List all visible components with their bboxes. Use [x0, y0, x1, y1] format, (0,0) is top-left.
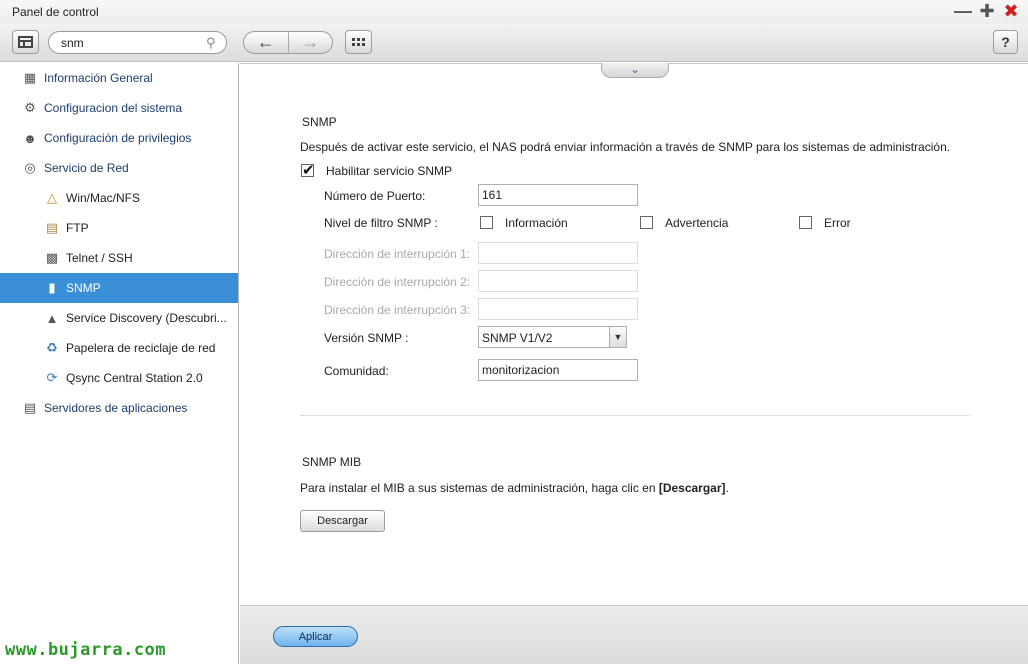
filter-level-label: Nivel de filtro SNMP :	[324, 216, 438, 230]
search-box: ⚲	[48, 31, 227, 54]
maximize-icon[interactable]: ✚	[977, 1, 997, 21]
title-bar: Panel de control — ✚ ✖	[0, 0, 1028, 24]
sidebar: ▦ Información General ⚙ Configuracion de…	[0, 63, 239, 664]
sidebar-item-win-mac-nfs[interactable]: △ Win/Mac/NFS	[0, 183, 238, 213]
filter-warning-checkbox[interactable]	[640, 216, 653, 229]
watermark: www.bujarra.com	[5, 640, 167, 660]
help-button[interactable]: ?	[993, 30, 1018, 54]
sidebar-item-label: FTP	[66, 221, 89, 235]
filter-info-label: Información	[505, 216, 568, 230]
trap-address-2-input[interactable]	[478, 270, 638, 292]
snmp-section-title: SNMP	[302, 115, 337, 129]
sidebar-item-snmp[interactable]: ▮ SNMP	[0, 273, 238, 303]
mib-description-text: Para instalar el MIB a sus sistemas de a…	[300, 481, 659, 495]
toggle-sidebar-button[interactable]	[12, 30, 39, 54]
trap-address-3-label: Dirección de interrupción 3:	[324, 303, 471, 317]
apply-button[interactable]: Aplicar	[273, 626, 358, 647]
sidebar-item-configuracion-sistema[interactable]: ⚙ Configuracion del sistema	[0, 93, 238, 123]
sidebar-item-label: Qsync Central Station 2.0	[66, 371, 203, 385]
snmp-version-value: SNMP V1/V2	[482, 331, 553, 345]
port-input[interactable]	[478, 184, 638, 206]
section-divider	[300, 415, 970, 416]
triangle-icon: △	[47, 190, 57, 205]
mib-description: Para instalar el MIB a sus sistemas de a…	[300, 481, 729, 495]
sidebar-item-papelera-red[interactable]: ♻ Papelera de reciclaje de red	[0, 333, 238, 363]
main-content: ⌄ SNMP Después de activar este servicio,…	[240, 63, 1028, 605]
dashboard-icon: ▦	[23, 70, 37, 85]
search-icon[interactable]: ⚲	[206, 36, 220, 50]
snmp-version-label: Versión SNMP :	[324, 331, 409, 345]
sidebar-item-label: Servicio de Red	[44, 161, 129, 175]
snmp-version-select[interactable]: SNMP V1/V2 ▼	[478, 326, 627, 348]
filter-error-checkbox[interactable]	[799, 216, 812, 229]
enable-snmp-checkbox[interactable]	[301, 161, 315, 179]
chevron-down-icon: ▼	[609, 327, 626, 347]
grid-icon	[352, 38, 365, 46]
sidebar-item-label: Configuracion del sistema	[44, 101, 183, 115]
sidebar-item-service-discovery[interactable]: ▲ Service Discovery (Descubri...	[0, 303, 238, 333]
app-grid-button[interactable]	[345, 30, 372, 54]
gear-icon: ⚙	[24, 100, 36, 115]
sidebar-item-ftp[interactable]: ▤ FTP	[0, 213, 238, 243]
sidebar-item-label: Win/Mac/NFS	[66, 191, 141, 205]
community-label: Comunidad:	[324, 364, 389, 378]
chevron-down-icon: ⌄	[629, 62, 641, 76]
port-label: Número de Puerto:	[324, 189, 426, 203]
panel-icon	[18, 36, 33, 48]
collapse-toggle[interactable]: ⌄	[601, 63, 669, 78]
search-input[interactable]	[61, 35, 201, 50]
radar-icon: ▲	[45, 310, 59, 326]
trap-address-1-input[interactable]	[478, 242, 638, 264]
minimize-icon[interactable]: —	[953, 1, 973, 21]
sidebar-item-servicio-red[interactable]: ◎ Servicio de Red	[0, 153, 238, 183]
user-icon: ☻	[23, 130, 37, 146]
sidebar-item-label: Telnet / SSH	[66, 251, 133, 265]
sidebar-item-servidores-aplicaciones[interactable]: ▤ Servidores de aplicaciones	[0, 393, 238, 423]
sync-icon: ⟳	[46, 370, 58, 385]
filter-info-checkbox[interactable]	[480, 216, 493, 229]
sidebar-item-label: Servidores de aplicaciones	[44, 401, 188, 415]
sidebar-item-label: Papelera de reciclaje de red	[66, 341, 216, 355]
snmp-description: Después de activar este servicio, el NAS…	[300, 140, 951, 154]
footer-bar: Aplicar	[240, 605, 1028, 664]
sidebar-item-qsync[interactable]: ⟳ Qsync Central Station 2.0	[0, 363, 238, 393]
trap-address-1-label: Dirección de interrupción 1:	[324, 247, 471, 261]
community-input[interactable]	[478, 359, 638, 381]
sidebar-item-label: SNMP	[66, 281, 101, 295]
toolbar: ⚲ ← → ?	[0, 24, 1028, 62]
close-icon[interactable]: ✖	[1001, 1, 1021, 21]
mib-section-title: SNMP MIB	[302, 455, 362, 469]
sidebar-item-informacion-general[interactable]: ▦ Información General	[0, 63, 238, 93]
enable-snmp-label: Habilitar servicio SNMP	[326, 164, 453, 178]
sidebar-item-label: Service Discovery (Descubri...	[66, 311, 227, 325]
trap-address-2-label: Dirección de interrupción 2:	[324, 275, 471, 289]
sidebar-item-privilegios[interactable]: ☻ Configuración de privilegios	[0, 123, 238, 153]
recycle-icon: ♻	[46, 340, 58, 355]
sidebar-item-telnet-ssh[interactable]: ▩ Telnet / SSH	[0, 243, 238, 273]
globe-icon: ◎	[24, 160, 36, 175]
filter-error-label: Error	[824, 216, 851, 230]
bar-chart-icon: ▮	[48, 280, 56, 295]
navigation-group: ← →	[243, 31, 333, 54]
server-icon: ▤	[23, 400, 37, 415]
window-title: Panel de control	[12, 5, 99, 19]
back-arrow-icon[interactable]: ←	[244, 32, 288, 53]
download-button[interactable]: Descargar	[300, 510, 385, 532]
mib-description-link-text: [Descargar]	[658, 481, 726, 495]
terminal-icon: ▩	[45, 250, 59, 265]
forward-arrow-icon[interactable]: →	[287, 32, 333, 53]
sidebar-item-label: Información General	[44, 71, 153, 85]
folder-icon: ▤	[45, 220, 59, 235]
mib-description-suffix: .	[725, 481, 729, 495]
filter-warning-label: Advertencia	[665, 216, 729, 230]
trap-address-3-input[interactable]	[478, 298, 638, 320]
sidebar-item-label: Configuración de privilegios	[44, 131, 192, 145]
